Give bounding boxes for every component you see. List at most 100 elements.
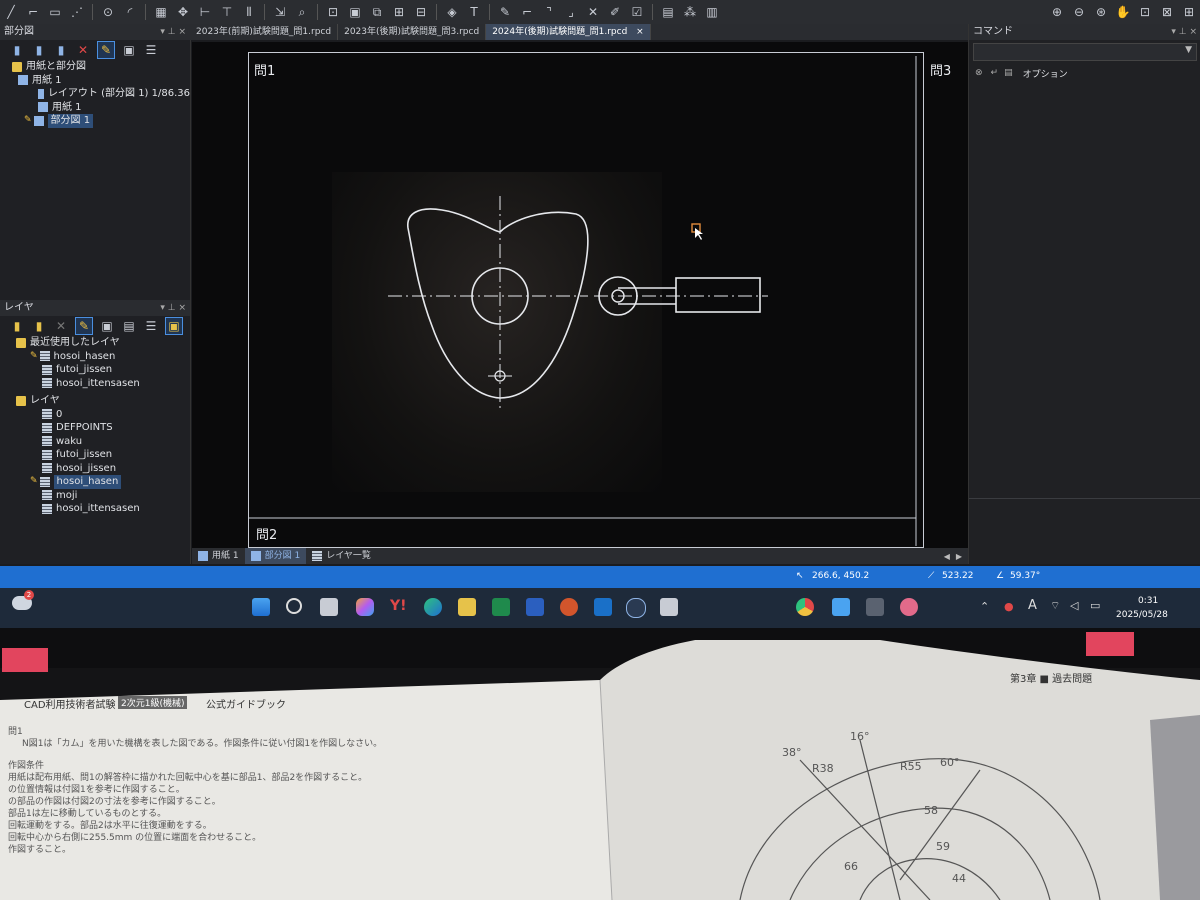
copy-sheet-icon[interactable]: ▮ <box>31 42 47 58</box>
zoom-window-icon[interactable]: ⊛ <box>1093 4 1109 20</box>
edit-pencil-icon[interactable]: ✎ <box>75 317 93 335</box>
layer-item[interactable]: DEFPOINTS <box>16 421 190 435</box>
clipboard-icon[interactable] <box>660 598 678 616</box>
delete-icon[interactable]: ✕ <box>75 42 91 58</box>
snap-settings-icon[interactable]: ⁂ <box>682 4 698 20</box>
zoom-extents-icon[interactable]: ⊡ <box>1137 4 1153 20</box>
tree-item-root[interactable]: 用紙と部分図 <box>12 60 190 74</box>
tree-item-sheet[interactable]: 用紙 1 <box>12 74 190 88</box>
task-view-icon[interactable] <box>320 598 338 616</box>
rectangle-tool-icon[interactable]: ▭ <box>47 4 63 20</box>
tab-partial-view-1[interactable]: 部分図 1 <box>244 548 307 564</box>
table-tool-icon[interactable]: ▦ <box>153 4 169 20</box>
ime-indicator[interactable]: A <box>1028 598 1037 613</box>
excel-icon[interactable] <box>492 598 510 616</box>
volume-icon[interactable]: ◁ <box>1070 599 1078 612</box>
properties-icon[interactable]: ▤ <box>660 4 676 20</box>
layer-item[interactable]: futoi_jissen <box>16 448 190 462</box>
tab-file-2[interactable]: 2023年(後期)試験問題_問3.rpcd <box>338 24 487 40</box>
zoom-previous-icon[interactable]: ⊠ <box>1159 4 1175 20</box>
yahoo-icon[interactable]: Y! <box>390 598 408 616</box>
dimension-tool-icon[interactable]: ⋰ <box>69 4 85 20</box>
offset-tool-icon[interactable]: ⊤ <box>219 4 235 20</box>
frame-tool-icon[interactable]: ⊡ <box>325 4 341 20</box>
list-icon[interactable]: ☰ <box>143 42 159 58</box>
check-tool-icon[interactable]: ☑ <box>629 4 645 20</box>
tree-item-partial-view[interactable]: ✎ 部分図 1 <box>12 114 190 128</box>
word-icon[interactable] <box>526 598 544 616</box>
trim-tool-icon[interactable]: ⊢ <box>197 4 213 20</box>
tab-layer-list[interactable]: レイヤ一覧 <box>306 548 377 564</box>
edit-pencil-icon[interactable]: ✎ <box>497 4 513 20</box>
cancel-icon[interactable]: ⊗ <box>975 68 983 78</box>
tab-sheet-1[interactable]: 用紙 1 <box>192 548 245 564</box>
grid-tool-icon[interactable]: ⊞ <box>391 4 407 20</box>
layer-props-icon[interactable]: ▣ <box>99 318 115 334</box>
pen-tool-icon[interactable]: ✐ <box>607 4 623 20</box>
tree-item-layout[interactable]: レイアウト (部分図 1) 1/86.36 <box>12 87 190 101</box>
outlook-icon[interactable] <box>594 598 612 616</box>
layer-item[interactable]: hosoi_ittensasen <box>16 502 190 516</box>
pinned-app-icon[interactable] <box>900 598 918 616</box>
attribute-tool-icon[interactable]: ⌐ <box>519 4 535 20</box>
clock-date[interactable]: 2025/05/28 <box>1116 610 1168 620</box>
tab-file-1[interactable]: 2023年(前期)試験問題_問1.rpcd <box>190 24 339 40</box>
pan-hand-icon[interactable]: ✋ <box>1115 4 1131 20</box>
layer-item-current[interactable]: ✎ hosoi_hasen <box>16 475 190 489</box>
view-icon[interactable]: ▣ <box>121 42 137 58</box>
layer-filter-icon[interactable]: ▣ <box>165 317 183 335</box>
close-tab-icon[interactable]: × <box>636 27 644 37</box>
recent-layers-folder[interactable]: 最近使用したレイヤ <box>16 336 190 350</box>
circle-tool-icon[interactable]: ⊙ <box>100 4 116 20</box>
fillet-tool-icon[interactable]: ⌟ <box>563 4 579 20</box>
arc-tool-icon[interactable]: ◜ <box>122 4 138 20</box>
drawing-canvas[interactable]: 問1 問3 問2 <box>192 42 968 548</box>
powerpoint-icon[interactable] <box>560 598 578 616</box>
copilot-icon[interactable] <box>356 598 374 616</box>
corner-tool-icon[interactable]: ⌝ <box>541 4 557 20</box>
file-explorer-icon[interactable] <box>458 598 476 616</box>
enter-icon[interactable]: ↵ <box>991 68 999 78</box>
panel-controls[interactable]: ▾ ⊥ × <box>160 300 186 316</box>
move-tool-icon[interactable]: ✥ <box>175 4 191 20</box>
clock-time[interactable]: 0:31 <box>1138 596 1158 606</box>
zoom-all-icon[interactable]: ⊞ <box>1181 4 1197 20</box>
list-icon[interactable]: ☰ <box>143 318 159 334</box>
new-folder-icon[interactable]: ▮ <box>31 318 47 334</box>
scale-tool-icon[interactable]: ⇲ <box>272 4 288 20</box>
new-sheet-icon[interactable]: ▮ <box>9 42 25 58</box>
zoom-in-icon[interactable]: ⊕ <box>1049 4 1065 20</box>
line-tool-icon[interactable]: ╱ <box>3 4 19 20</box>
zoom-out-icon[interactable]: ⊖ <box>1071 4 1087 20</box>
security-icon[interactable]: ● <box>1004 600 1014 613</box>
zoom-search-icon[interactable]: ⌕ <box>294 4 310 20</box>
new-layer-icon[interactable]: ▮ <box>9 318 25 334</box>
layer-item[interactable]: hosoi_jissen <box>16 462 190 476</box>
tree-item-sheet-sub[interactable]: 用紙 1 <box>12 101 190 115</box>
mirror-tool-icon[interactable]: ⫴ <box>241 4 257 20</box>
edge-browser-icon[interactable] <box>424 598 442 616</box>
layer-item[interactable]: hosoi_ittensasen <box>16 377 190 391</box>
panel-controls[interactable]: ▾ ⊥ × <box>160 24 186 40</box>
network-icon[interactable]: ⌔ <box>1050 599 1060 613</box>
chevron-down-icon[interactable]: ▼ <box>1185 45 1192 55</box>
paint-bucket-icon[interactable]: ◈ <box>444 4 460 20</box>
layer-item[interactable]: 0 <box>16 408 190 422</box>
layer-item[interactable]: moji <box>16 489 190 503</box>
battery-icon[interactable]: ▭ <box>1090 599 1100 612</box>
layer-item[interactable]: waku <box>16 435 190 449</box>
edit-pencil-icon[interactable]: ✎ <box>97 41 115 59</box>
layer-copy-icon[interactable]: ▤ <box>121 318 137 334</box>
command-input[interactable]: ▼ <box>973 43 1197 61</box>
delete-icon[interactable]: ✕ <box>53 318 69 334</box>
chrome-icon[interactable] <box>796 598 814 616</box>
text-tool-icon[interactable]: T <box>466 4 482 20</box>
notepad-icon[interactable] <box>832 598 850 616</box>
calculator-icon[interactable] <box>866 598 884 616</box>
sheet-settings-icon[interactable]: ▮ <box>53 42 69 58</box>
layer-item[interactable]: futoi_jissen <box>16 363 190 377</box>
search-icon[interactable] <box>286 598 302 614</box>
block-tool-icon[interactable]: ⊟ <box>413 4 429 20</box>
chevron-up-icon[interactable]: ⌃ <box>980 600 989 613</box>
panel-controls[interactable]: ▾ ⊥ × <box>1171 24 1197 40</box>
